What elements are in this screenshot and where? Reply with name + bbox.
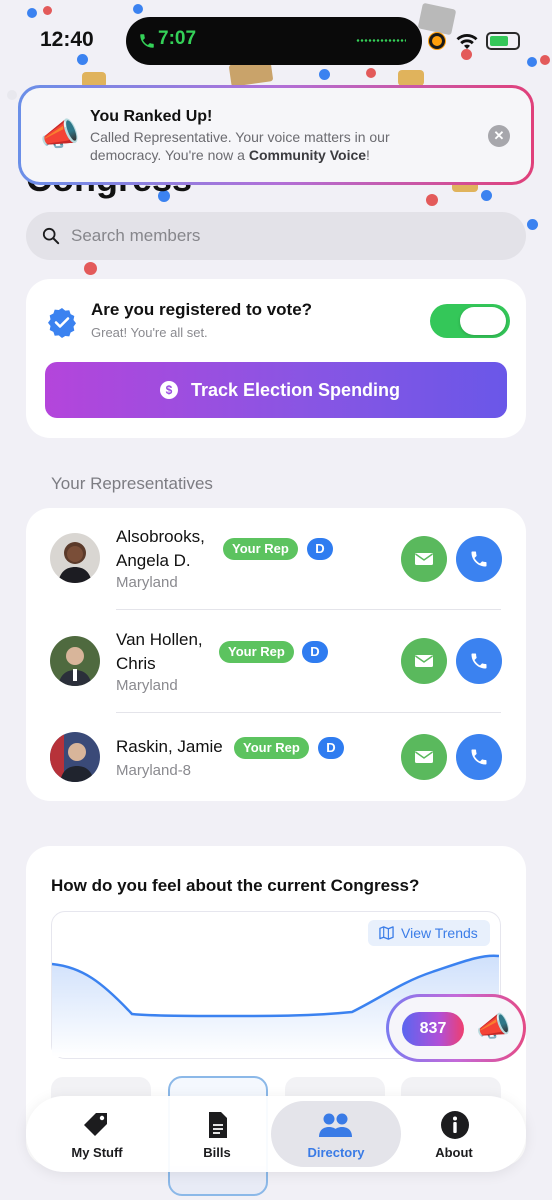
avatar: [50, 533, 100, 583]
confetti: [27, 8, 37, 18]
tab-directory[interactable]: Directory: [281, 1145, 391, 1160]
rep-name: Van Hollen, Chris: [116, 630, 203, 673]
rep-state: Maryland: [116, 677, 178, 694]
tab-about[interactable]: About: [399, 1145, 509, 1160]
wifi-icon: [456, 33, 478, 49]
people-icon: [319, 1113, 352, 1137]
vote-question: Are you registered to vote?: [91, 300, 313, 319]
confetti-shape: [398, 70, 424, 86]
party-badge: D: [307, 538, 333, 560]
divider: [116, 712, 501, 713]
points-count: 837: [402, 1012, 464, 1046]
verified-check-icon: [48, 308, 76, 338]
call-rep-button[interactable]: [456, 536, 502, 582]
tag-icon: [84, 1113, 107, 1136]
rep-name: Raskin, Jamie: [116, 737, 223, 756]
email-rep-button[interactable]: [401, 734, 447, 780]
confetti: [43, 6, 52, 15]
close-icon[interactable]: ✕: [488, 125, 510, 147]
email-rep-button[interactable]: [401, 638, 447, 684]
toast-title: You Ranked Up!: [90, 108, 213, 125]
tab-bills[interactable]: Bills: [162, 1145, 272, 1160]
audio-waveform-icon: [356, 39, 406, 42]
confetti: [84, 262, 97, 275]
megaphone-icon: 📣: [40, 116, 80, 152]
call-timer: 7:07: [158, 28, 197, 49]
confetti: [481, 190, 492, 201]
divider: [116, 609, 501, 610]
confetti-shape: [417, 2, 457, 36]
avatar: [50, 732, 100, 782]
recording-indicator-icon: [429, 33, 445, 49]
mail-icon: [415, 751, 433, 763]
call-rep-button[interactable]: [456, 734, 502, 780]
toast-rank-name: Community Voice: [248, 147, 367, 163]
confetti: [77, 54, 88, 65]
map-icon: [379, 926, 394, 940]
rep-state: Maryland-8: [116, 762, 192, 779]
phone-icon: [471, 551, 487, 567]
vote-status: Great! You're all set.: [91, 325, 208, 340]
email-rep-button[interactable]: [401, 536, 447, 582]
avatar: [50, 636, 100, 686]
sentiment-question: How do you feel about the current Congre…: [51, 876, 420, 895]
dollar-icon: $: [160, 381, 178, 399]
document-icon: [209, 1112, 227, 1138]
view-trends-label: View Trends: [401, 925, 478, 941]
your-rep-badge: Your Rep: [234, 737, 309, 759]
search-placeholder: Search members: [71, 226, 201, 245]
battery-icon: [486, 32, 520, 50]
confetti: [527, 219, 538, 230]
rep-name: Alsobrooks, Angela D.: [116, 527, 205, 570]
toast-message: Called Representative. Your voice matter…: [90, 129, 390, 163]
confetti: [133, 4, 143, 14]
your-rep-badge: Your Rep: [223, 538, 298, 560]
confetti: [527, 57, 537, 67]
call-rep-button[interactable]: [456, 638, 502, 684]
party-badge: D: [302, 641, 328, 663]
info-icon: [441, 1111, 469, 1139]
party-badge: D: [318, 737, 344, 759]
phone-icon: [140, 34, 154, 48]
mail-icon: [415, 655, 433, 667]
status-time: 12:40: [40, 28, 94, 51]
mail-icon: [415, 553, 433, 565]
phone-icon: [471, 653, 487, 669]
confetti: [7, 90, 17, 100]
confetti: [540, 55, 550, 65]
confetti: [426, 194, 438, 206]
tab-my-stuff[interactable]: My Stuff: [42, 1145, 152, 1160]
search-icon: [42, 227, 60, 245]
section-label-representatives: Your Representatives: [51, 474, 213, 493]
phone-icon: [471, 749, 487, 765]
confetti: [366, 68, 376, 78]
rep-state: Maryland: [116, 574, 178, 591]
confetti: [319, 69, 330, 80]
toggle-knob[interactable]: [460, 307, 506, 335]
megaphone-icon: 📣: [476, 1011, 511, 1042]
your-rep-badge: Your Rep: [219, 641, 294, 663]
track-election-spending-label: Track Election Spending: [191, 380, 401, 400]
